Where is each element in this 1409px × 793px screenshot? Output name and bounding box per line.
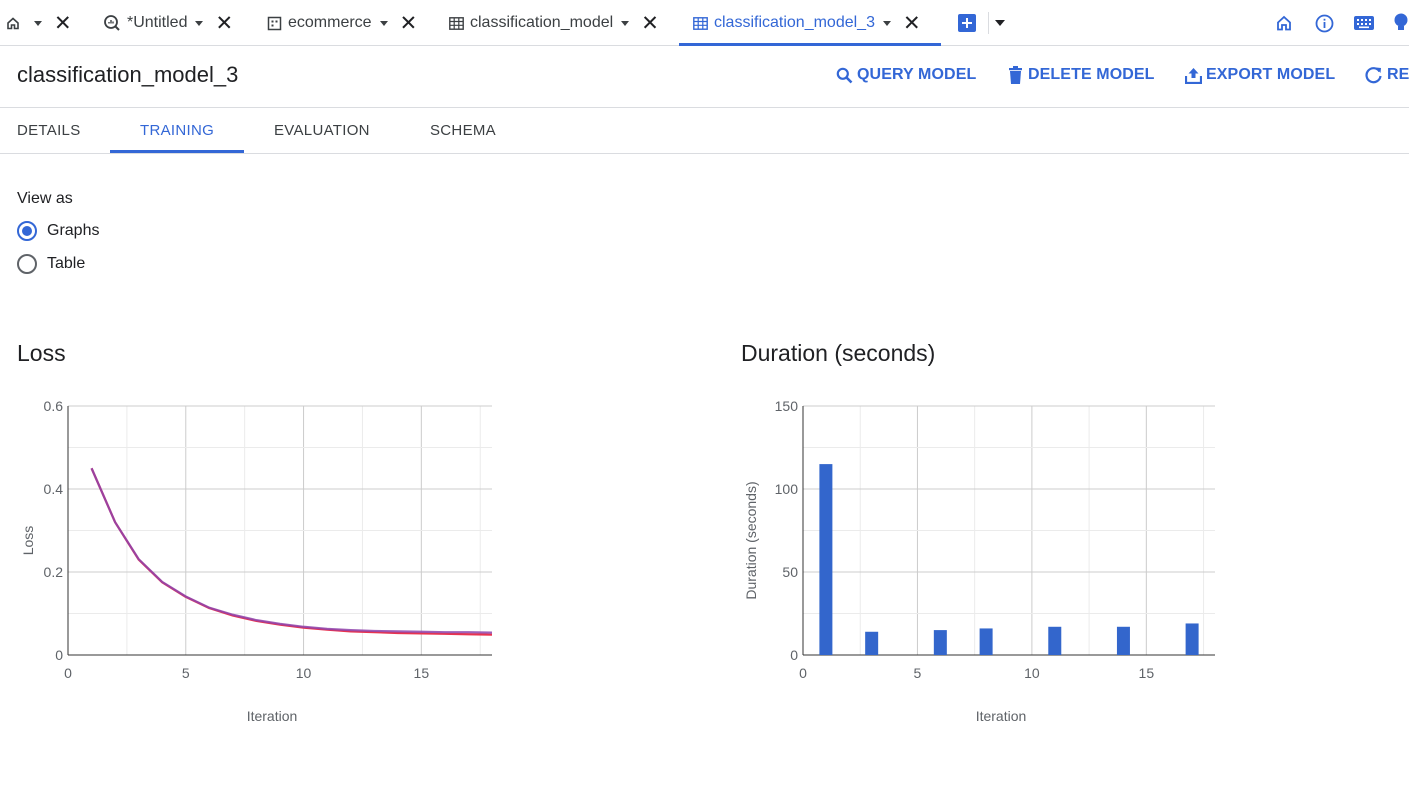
duration-bar — [865, 631, 879, 655]
radio-table[interactable]: Table — [17, 254, 85, 274]
keyboard-icon[interactable] — [1353, 12, 1375, 34]
close-icon[interactable]: ✕ — [400, 13, 418, 34]
chevron-down-icon[interactable] — [621, 20, 630, 26]
info-icon[interactable] — [1313, 12, 1335, 34]
loss-series-line — [90, 467, 493, 634]
tab-ecommerce[interactable]: ecommerce ✕ — [267, 0, 417, 46]
lightbulb-icon[interactable] — [1393, 12, 1409, 34]
loss-chart: 0 5 10 15 0 0.2 0.4 0.6 Iteration Loss — [20, 398, 493, 724]
add-tab-icon[interactable] — [958, 14, 976, 32]
model-icon — [693, 16, 708, 30]
x-tick-label: 10 — [296, 665, 312, 681]
close-icon[interactable]: ✕ — [903, 13, 921, 34]
y-axis-title: Duration (seconds) — [743, 481, 759, 599]
export-icon — [1185, 67, 1202, 84]
tab-classification-model-3[interactable]: classification_model_3 ✕ — [693, 0, 921, 46]
refresh-label: RE — [1387, 66, 1409, 83]
tab-schema[interactable]: SCHEMA — [430, 122, 496, 139]
tab-classification-model[interactable]: classification_model ✕ — [449, 0, 659, 46]
tab-untitled[interactable]: *Untitled ✕ — [103, 0, 233, 46]
x-tick-label: 15 — [1139, 665, 1155, 681]
tab-label: *Untitled — [127, 14, 188, 31]
export-model-label: EXPORT MODEL — [1206, 66, 1336, 83]
radio-label: Table — [47, 255, 86, 272]
radio-button-checked[interactable] — [17, 221, 37, 241]
dataset-icon — [267, 16, 282, 30]
query-model-button[interactable]: QUERY MODEL — [836, 66, 976, 84]
duration-bar — [1116, 626, 1130, 655]
y-tick-label: 0.2 — [44, 564, 64, 580]
duration-bar — [819, 464, 833, 655]
radio-graphs[interactable]: Graphs — [17, 221, 99, 241]
y-tick-label: 50 — [782, 564, 798, 580]
y-tick-label: 100 — [775, 481, 799, 497]
x-tick-label: 0 — [64, 665, 72, 681]
page-title: classification_model_3 — [17, 62, 239, 87]
close-icon[interactable]: ✕ — [54, 13, 72, 34]
search-icon — [836, 67, 853, 83]
trash-icon — [1009, 66, 1022, 84]
query-model-label: QUERY MODEL — [857, 66, 977, 83]
duration-bar — [1048, 626, 1062, 655]
y-tick-label: 0 — [55, 647, 63, 663]
active-tab-indicator — [679, 43, 941, 46]
x-tick-label: 5 — [182, 665, 190, 681]
chevron-down-icon[interactable] — [995, 20, 1005, 26]
home-icon — [7, 17, 19, 30]
divider — [0, 153, 1409, 154]
tab-label: ecommerce — [288, 14, 372, 31]
close-icon[interactable]: ✕ — [215, 13, 233, 34]
chevron-down-icon[interactable] — [379, 20, 388, 26]
tab-label: classification_model_3 — [714, 14, 875, 31]
tab-label: classification_model — [470, 14, 614, 31]
chevron-down-icon[interactable] — [195, 20, 204, 26]
chevron-down-icon[interactable] — [882, 20, 891, 26]
x-axis-title: Iteration — [247, 708, 298, 724]
duration-chart-title: Duration (seconds) — [741, 340, 936, 366]
divider — [0, 107, 1409, 108]
x-tick-label: 15 — [414, 665, 430, 681]
radio-label: Graphs — [47, 222, 100, 239]
tab-evaluation[interactable]: EVALUATION — [274, 122, 370, 139]
divider — [988, 12, 989, 34]
y-axis-title: Loss — [20, 526, 36, 556]
view-as-label: View as — [17, 190, 73, 207]
duration-bar — [979, 628, 993, 655]
y-tick-label: 0.4 — [44, 481, 64, 497]
y-tick-label: 0 — [790, 647, 798, 663]
x-axis-title: Iteration — [976, 708, 1027, 724]
duration-bar — [933, 630, 947, 655]
tab-home[interactable]: ✕ — [6, 0, 72, 46]
x-tick-label: 10 — [1024, 665, 1040, 681]
y-tick-label: 0.6 — [44, 398, 64, 414]
refresh-button[interactable]: RE — [1365, 66, 1409, 84]
delete-model-label: DELETE MODEL — [1028, 66, 1155, 83]
tab-details[interactable]: DETAILS — [17, 122, 81, 139]
export-model-button[interactable]: EXPORT MODEL — [1185, 66, 1335, 84]
home-icon[interactable] — [1273, 12, 1295, 34]
duration-chart: 0 5 10 15050100150IterationDuration (second… — [743, 398, 1215, 724]
refresh-icon — [1365, 67, 1382, 84]
query-icon — [104, 15, 120, 31]
x-tick-label: 0 — [799, 665, 807, 681]
duration-bar — [1185, 623, 1199, 655]
tab-training[interactable]: TRAINING — [140, 122, 214, 139]
loss-chart-title: Loss — [17, 340, 66, 366]
model-icon — [449, 16, 464, 30]
radio-button[interactable] — [17, 254, 37, 274]
tab-bar: ✕ *Untitled ✕ ecommerce ✕ classification… — [0, 0, 1409, 46]
delete-model-button[interactable]: DELETE MODEL — [1007, 66, 1155, 84]
chevron-down-icon[interactable] — [34, 20, 42, 26]
loss-series-line — [90, 467, 493, 636]
x-tick-label: 5 — [914, 665, 922, 681]
y-tick-label: 150 — [775, 398, 799, 414]
close-icon[interactable]: ✕ — [641, 13, 659, 34]
